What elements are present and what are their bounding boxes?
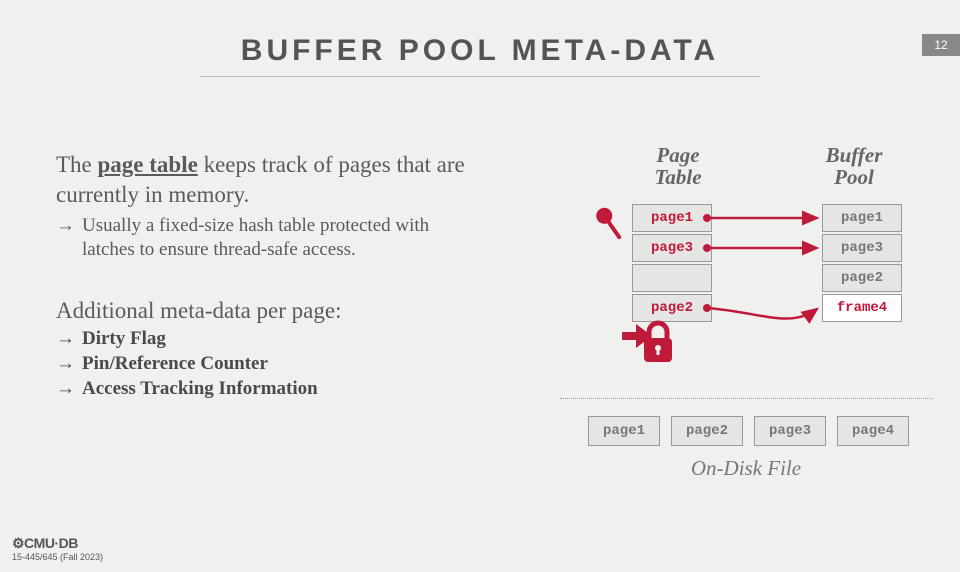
footer-course: 15-445/645 (Fall 2023) bbox=[12, 552, 103, 562]
buffer-pool-column: page1 page3 page2 frame4 bbox=[822, 204, 902, 322]
disk-label: On-Disk File bbox=[560, 456, 932, 481]
slide-title: BUFFER POOL META-DATA bbox=[0, 34, 960, 68]
text-content: The page table keeps track of pages that… bbox=[56, 150, 536, 403]
lead-paragraph: The page table keeps track of pages that… bbox=[56, 150, 536, 210]
pt-slot-empty bbox=[632, 264, 712, 292]
footer: ⚙CMU·DB 15-445/645 (Fall 2023) bbox=[12, 535, 103, 562]
sub-text: Usually a fixed-size hash table protecte… bbox=[82, 214, 462, 263]
divider-dotted bbox=[560, 398, 932, 399]
disk-page: page2 bbox=[671, 416, 743, 446]
pt-slot: page1 bbox=[632, 204, 712, 232]
sub-bullet: →Usually a fixed-size hash table protect… bbox=[56, 214, 536, 263]
lock-group bbox=[622, 314, 682, 375]
meta-item: →Dirty Flag bbox=[56, 328, 536, 350]
disk-page: page3 bbox=[754, 416, 826, 446]
arrow-glyph: → bbox=[56, 214, 82, 238]
diagram: Page Table Buffer Pool page1 page3 page2… bbox=[560, 144, 940, 484]
arrow-glyph: → bbox=[56, 378, 82, 400]
meta-label: Pin/Reference Counter bbox=[82, 353, 268, 374]
pt-slot: page3 bbox=[632, 234, 712, 262]
meta-label: Access Tracking Information bbox=[82, 378, 318, 399]
meta-item: →Access Tracking Information bbox=[56, 378, 536, 400]
meta-label: Dirty Flag bbox=[82, 328, 166, 349]
metadata-heading: Additional meta-data per page: bbox=[56, 298, 536, 324]
arrow-glyph: → bbox=[56, 353, 82, 375]
pin-icon bbox=[588, 202, 632, 246]
disk-row: page1 page2 page3 page4 bbox=[588, 416, 909, 446]
buffer-pool-header: Buffer Pool bbox=[815, 144, 893, 188]
page-table-header: Page Table bbox=[638, 144, 718, 188]
bp-frame: page2 bbox=[822, 264, 902, 292]
page-number: 12 bbox=[922, 34, 960, 56]
lead-pre: The bbox=[56, 152, 98, 177]
metadata-list: →Dirty Flag →Pin/Reference Counter →Acce… bbox=[56, 328, 536, 400]
bp-frame: page3 bbox=[822, 234, 902, 262]
disk-page: page1 bbox=[588, 416, 660, 446]
bp-frame-empty: frame4 bbox=[822, 294, 902, 322]
meta-item: →Pin/Reference Counter bbox=[56, 353, 536, 375]
bp-frame: page1 bbox=[822, 204, 902, 232]
disk-page: page4 bbox=[837, 416, 909, 446]
lead-keyword: page table bbox=[98, 152, 198, 177]
title-underline bbox=[200, 76, 760, 77]
arrow-glyph: → bbox=[56, 328, 82, 350]
page-table-column: page1 page3 page2 bbox=[632, 204, 712, 322]
